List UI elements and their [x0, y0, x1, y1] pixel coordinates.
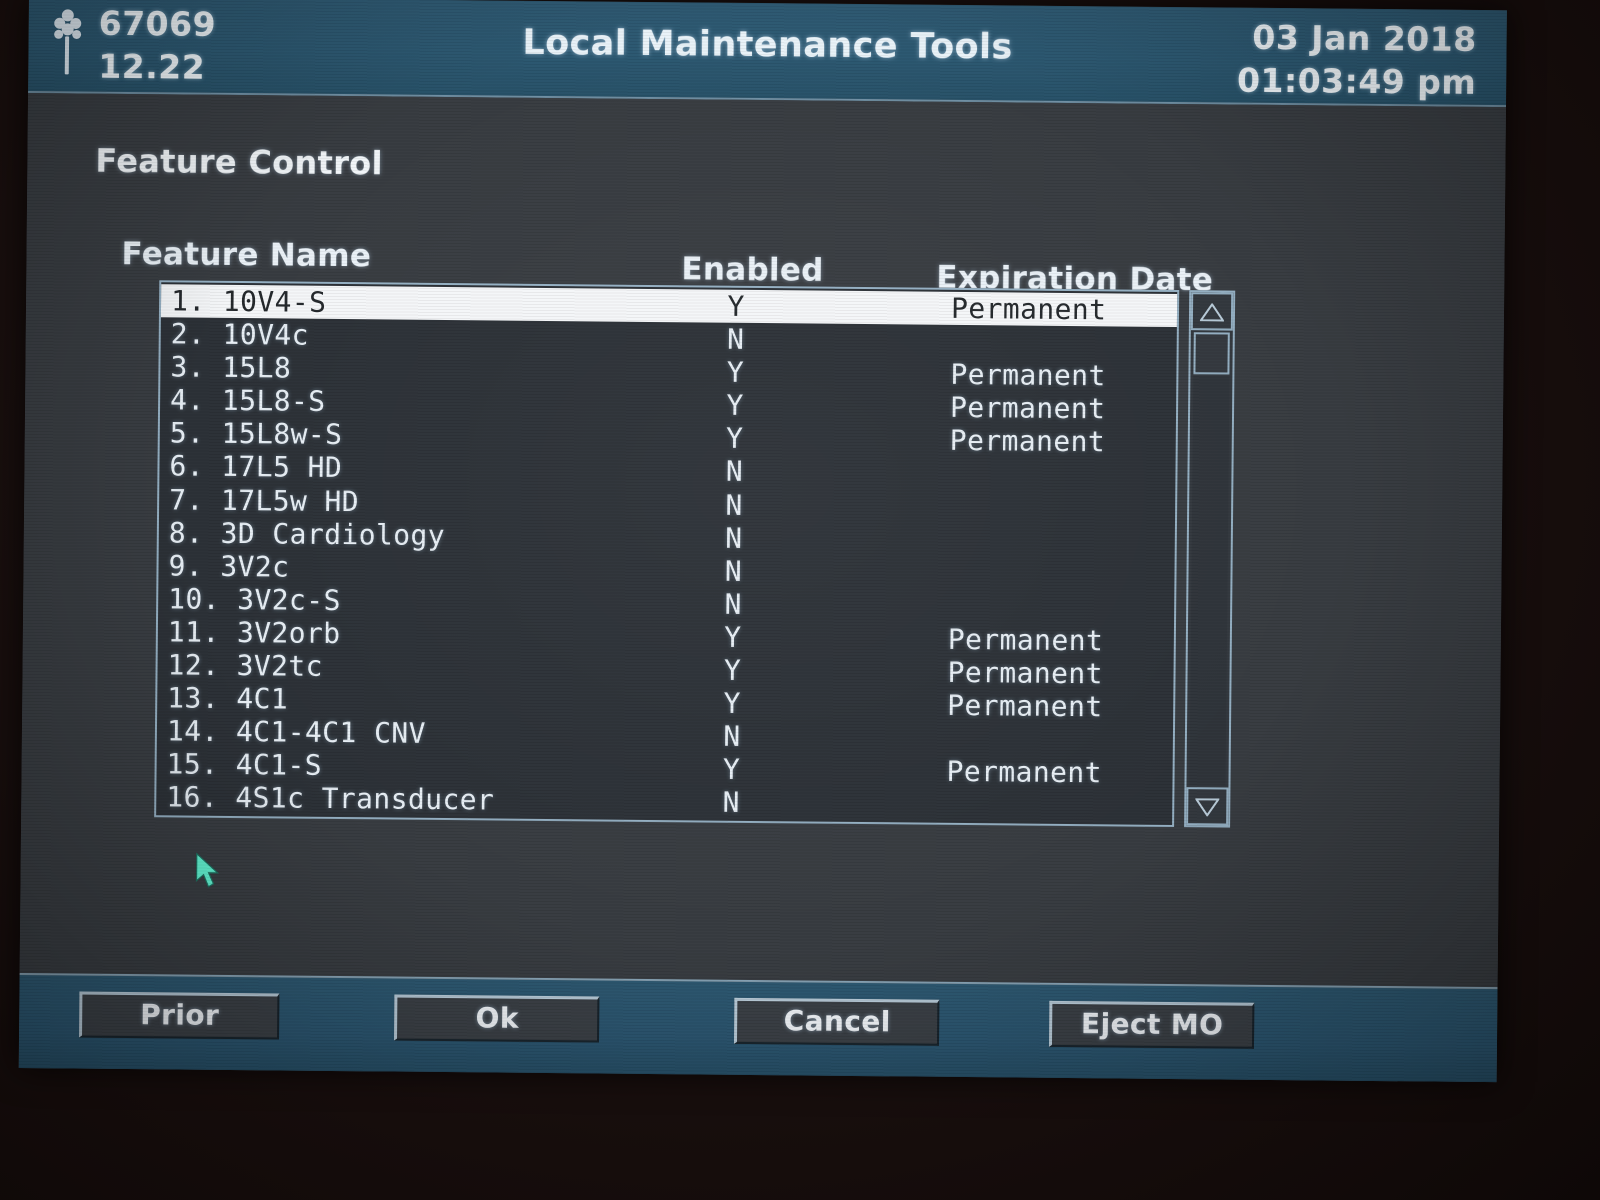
cell-feature-name: 15. 4C1-S	[166, 747, 323, 783]
current-time: 01:03:49 pm	[1236, 60, 1477, 102]
cell-feature-name: 16. 4S1c Transducer	[166, 780, 495, 817]
scrollbar-track[interactable]	[1189, 376, 1230, 786]
cell-expiration-date: Permanent	[946, 755, 1103, 790]
cell-feature-name: 11. 3V2orb	[167, 615, 341, 650]
column-header-feature-name: Feature Name	[121, 235, 372, 275]
cell-expiration-date: Permanent	[947, 622, 1104, 658]
cell-feature-name: 1. 10V4-S	[170, 284, 327, 319]
prior-button[interactable]: Prior	[79, 991, 280, 1040]
monitor-bezel: 67069 12.22 Local Maintenance Tools 03 J…	[0, 0, 1600, 1200]
cell-feature-name: 5. 15L8w-S	[169, 416, 343, 452]
feature-control-dialog: Feature Control Feature Name Enabled Exp…	[19, 92, 1507, 988]
cell-enabled: Y	[722, 753, 741, 787]
cell-feature-name: 3. 15L8	[170, 350, 292, 385]
cell-enabled: N	[725, 455, 744, 489]
cell-enabled: N	[725, 488, 743, 522]
title-bar: 67069 12.22 Local Maintenance Tools 03 J…	[28, 0, 1507, 108]
cell-expiration-date: Permanent	[950, 291, 1107, 327]
current-date: 03 Jan 2018	[1252, 17, 1477, 59]
feature-list-rows: 1. 10V4-S Y Permanent 2. 10V4c N 3. 15L8 Y Perm…	[156, 282, 1178, 825]
cell-feature-name: 7. 17L5w HD	[169, 482, 360, 518]
cell-enabled: Y	[723, 653, 742, 687]
cell-enabled: N	[724, 554, 743, 588]
cell-enabled: Y	[725, 422, 744, 456]
cell-expiration-date: Permanent	[949, 424, 1106, 459]
button-bar: Prior Ok Cancel Eject MO	[18, 972, 1498, 1083]
date-time-block: 03 Jan 2018 01:03:49 pm	[1237, 16, 1477, 104]
cell-feature-name: 2. 10V4c	[170, 317, 309, 352]
cell-feature-name: 14. 4C1-4C1 CNV	[166, 714, 426, 751]
ok-button[interactable]: Ok	[393, 994, 600, 1043]
cell-enabled: Y	[726, 355, 745, 390]
cell-feature-name: 9. 3V2c	[168, 549, 290, 584]
feature-list[interactable]: 1. 10V4-S Y Permanent 2. 10V4c N 3. 15L8 Y Perm…	[154, 280, 1180, 828]
cell-expiration-date: Permanent	[947, 655, 1104, 691]
cell-expiration-date: Permanent	[947, 688, 1103, 724]
cell-expiration-date: Permanent	[949, 391, 1106, 426]
eject-mo-button[interactable]: Eject MO	[1048, 1000, 1255, 1049]
cell-feature-name: 12. 3V2tc	[167, 648, 324, 683]
cancel-button[interactable]: Cancel	[733, 997, 940, 1046]
cell-enabled: N	[723, 719, 741, 754]
scrollbar-thumb[interactable]	[1193, 332, 1230, 375]
cell-feature-name: 6. 17L5 HD	[169, 449, 343, 485]
cell-enabled: N	[724, 587, 742, 621]
cell-enabled: N	[725, 521, 743, 555]
cell-enabled: Y	[724, 620, 742, 654]
cell-feature-name: 8. 3D Cardiology	[168, 516, 446, 552]
cell-enabled: N	[722, 786, 741, 820]
arrow-pointer-icon	[195, 852, 221, 891]
cell-expiration-date: Permanent	[950, 358, 1106, 393]
column-header-enabled: Enabled	[681, 251, 824, 289]
list-scrollbar[interactable]	[1184, 290, 1236, 828]
cell-feature-name: 13. 4C1	[167, 681, 289, 716]
ultrasound-screen: 67069 12.22 Local Maintenance Tools 03 J…	[18, 0, 1507, 1083]
cell-enabled: Y	[723, 686, 742, 720]
scroll-down-button[interactable]	[1186, 787, 1229, 826]
cell-enabled: Y	[727, 289, 745, 323]
cell-enabled: N	[726, 322, 745, 356]
section-heading: Feature Control	[95, 141, 383, 183]
cell-feature-name: 10. 3V2c-S	[168, 582, 341, 617]
cell-feature-name: 4. 15L8-S	[169, 383, 326, 419]
cell-enabled: Y	[726, 388, 744, 423]
scroll-up-button[interactable]	[1190, 292, 1234, 331]
